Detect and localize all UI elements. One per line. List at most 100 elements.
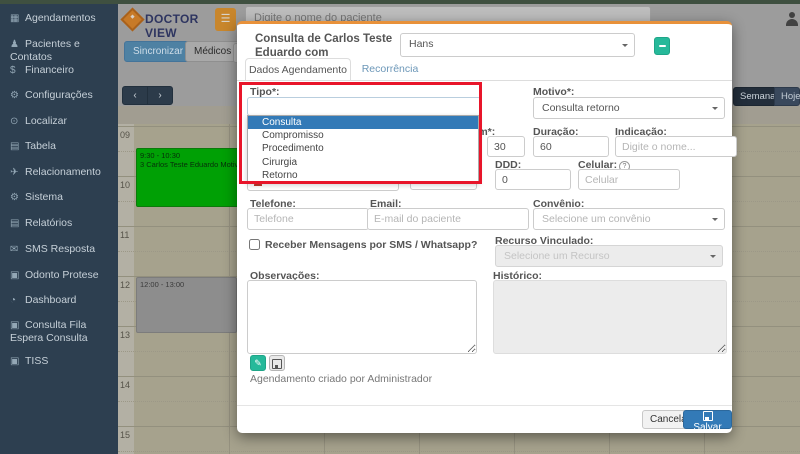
email-input[interactable] (367, 208, 529, 230)
duracao-input[interactable] (533, 136, 609, 157)
calendar-icon: ▦ (10, 13, 25, 25)
sidebar-item-financeiro[interactable]: $Financeiro (10, 64, 116, 77)
paper-plane-icon: ✈ (10, 167, 25, 179)
sms-whatsapp-checkbox[interactable] (249, 239, 260, 250)
historico-textarea[interactable] (493, 280, 727, 354)
sidebar-item-label: SMS Resposta (25, 243, 95, 255)
fim-minute-input[interactable] (487, 136, 525, 157)
chevron-down-icon (622, 44, 628, 50)
save-label: Salvar (693, 422, 721, 433)
sidebar-item-consulta-fila-espera[interactable]: ▣Consulta Fila Espera Consulta (10, 319, 116, 344)
sidebar-item-pacientes[interactable]: ♟Pacientes e Contatos (10, 38, 116, 63)
fim-colon: : (480, 140, 483, 152)
calendar-event-blocked[interactable]: 12:00 - 13:00 (136, 277, 237, 333)
hour-label: 10 (120, 180, 130, 190)
sidebar-item-label: Relacionamento (25, 166, 101, 178)
sidebar-item-odonto-protese[interactable]: ▣Odonto Protese (10, 269, 116, 282)
save-button[interactable]: Salvar (683, 410, 732, 429)
gear-icon: ⚙ (10, 90, 25, 102)
professional-select[interactable]: Hans (400, 33, 635, 57)
hour-label: 15 (120, 430, 130, 440)
gears-icon: ⚙ (10, 192, 25, 204)
tipo-option-cirurgia[interactable]: Cirurgia (248, 156, 478, 169)
chevron-down-icon (710, 255, 716, 261)
view-semana-button[interactable]: Semana (733, 87, 775, 106)
ddd-input[interactable] (495, 169, 571, 190)
chevron-down-icon (712, 107, 718, 113)
hamburger-menu-button[interactable]: ☰ (215, 8, 236, 31)
people-icon: ♟ (10, 39, 25, 51)
tipo-select[interactable] (247, 97, 481, 116)
user-profile-icon[interactable] (786, 12, 798, 26)
hour-label: 13 (120, 330, 130, 340)
recurso-placeholder: Selecione um Recurso (504, 250, 610, 262)
sidebar-item-label: TISS (25, 355, 48, 367)
telefone-input[interactable] (247, 208, 369, 230)
event-time: 12:00 - 13:00 (140, 280, 233, 289)
quick-save-button[interactable] (269, 355, 285, 371)
tipo-dropdown-list: Consulta Compromisso Procedimento Cirurg… (247, 115, 479, 183)
sidebar-item-label: Configurações (25, 89, 93, 101)
sidebar-item-label: Localizar (25, 115, 67, 127)
sidebar-item-sistema[interactable]: ⚙Sistema (10, 191, 116, 204)
tipo-option-procedimento[interactable]: Procedimento (248, 142, 478, 155)
tipo-option-compromisso[interactable]: Compromisso (248, 129, 478, 142)
modal-title: Consulta de Carlos Teste Eduardo com (255, 32, 395, 60)
observacoes-textarea[interactable] (247, 280, 477, 354)
sidebar-item-label: Agendamentos (25, 12, 96, 24)
card-icon: ▣ (10, 270, 25, 282)
sms-whatsapp-label: Receber Mensagens por SMS / Whatsapp? (265, 239, 477, 251)
professional-selected: Hans (409, 38, 434, 50)
indicacao-input[interactable] (615, 136, 737, 157)
hour-label: 14 (120, 380, 130, 390)
edit-button[interactable]: ✎ (250, 355, 266, 371)
tipo-option-retorno[interactable]: Retorno (248, 169, 478, 182)
convenio-select[interactable]: Selecione um convênio (533, 208, 725, 230)
calendar-prev-button[interactable]: ‹ (122, 86, 148, 105)
footer-divider (237, 405, 732, 406)
sidebar-item-label: Financeiro (25, 64, 74, 76)
tab-dados-agendamento[interactable]: Dados Agendamento (245, 58, 351, 81)
money-icon: $ (10, 65, 25, 77)
tipo-option-consulta[interactable]: Consulta (248, 116, 478, 129)
celular-input[interactable] (578, 169, 680, 190)
motivo-selected: Consulta retorno (542, 102, 620, 114)
tab-divider (237, 80, 732, 81)
sidebar-item-agendamentos[interactable]: ▦Agendamentos (10, 12, 116, 25)
sidebar-item-label: Tabela (25, 140, 56, 152)
floppy-icon (272, 359, 282, 369)
chevron-down-icon (712, 218, 718, 224)
floppy-icon (703, 411, 713, 421)
sync-button[interactable]: Sincronizar (124, 41, 192, 62)
table-icon: ▤ (10, 141, 25, 153)
report-icon: ▤ (10, 218, 25, 230)
professional-action-button[interactable] (654, 37, 670, 55)
search-icon: ⊙ (10, 116, 25, 128)
tab-recorrencia[interactable]: Recorrência (355, 58, 425, 80)
hour-label: 09 (120, 130, 130, 140)
convenio-placeholder: Selecione um convênio (542, 213, 651, 225)
sidebar-item-relacionamento[interactable]: ✈Relacionamento (10, 166, 116, 179)
sidebar-item-label: Relatórios (25, 217, 72, 229)
sidebar-item-dashboard[interactable]: ◔Dashboard (10, 294, 116, 307)
sidebar-item-localizar[interactable]: ⊙Localizar (10, 115, 116, 128)
sidebar-item-relatorios[interactable]: ▤Relatórios (10, 217, 116, 230)
pie-chart-icon: ◔ (10, 295, 25, 307)
sidebar-item-tabela[interactable]: ▤Tabela (10, 140, 116, 153)
hour-label: 12 (120, 280, 130, 290)
hour-label: 11 (120, 230, 129, 240)
event-time: 9:30 - 10:30 (140, 151, 240, 160)
recurso-select-disabled: Selecione um Recurso (495, 245, 723, 267)
sidebar-item-tiss[interactable]: ▣TISS (10, 355, 116, 368)
sidebar-item-configuracoes[interactable]: ⚙Configurações (10, 89, 116, 102)
created-by-text: Agendamento criado por Administrador (250, 373, 432, 385)
logo-diamond-icon (120, 7, 144, 31)
sidebar: ▦Agendamentos ♟Pacientes e Contatos $Fin… (0, 4, 118, 454)
panel-icon: ▣ (10, 356, 25, 368)
sidebar-item-sms-resposta[interactable]: ✉SMS Resposta (10, 243, 116, 256)
calendar-event-consulta[interactable]: 9:30 - 10:30 3 Carlos Teste Eduardo Moti… (136, 148, 244, 207)
motivo-select[interactable]: Consulta retorno (533, 97, 725, 119)
calendar-next-button[interactable]: › (147, 86, 173, 105)
view-hoje-button[interactable]: Hoje (774, 87, 800, 106)
sidebar-item-label: Dashboard (25, 294, 76, 306)
